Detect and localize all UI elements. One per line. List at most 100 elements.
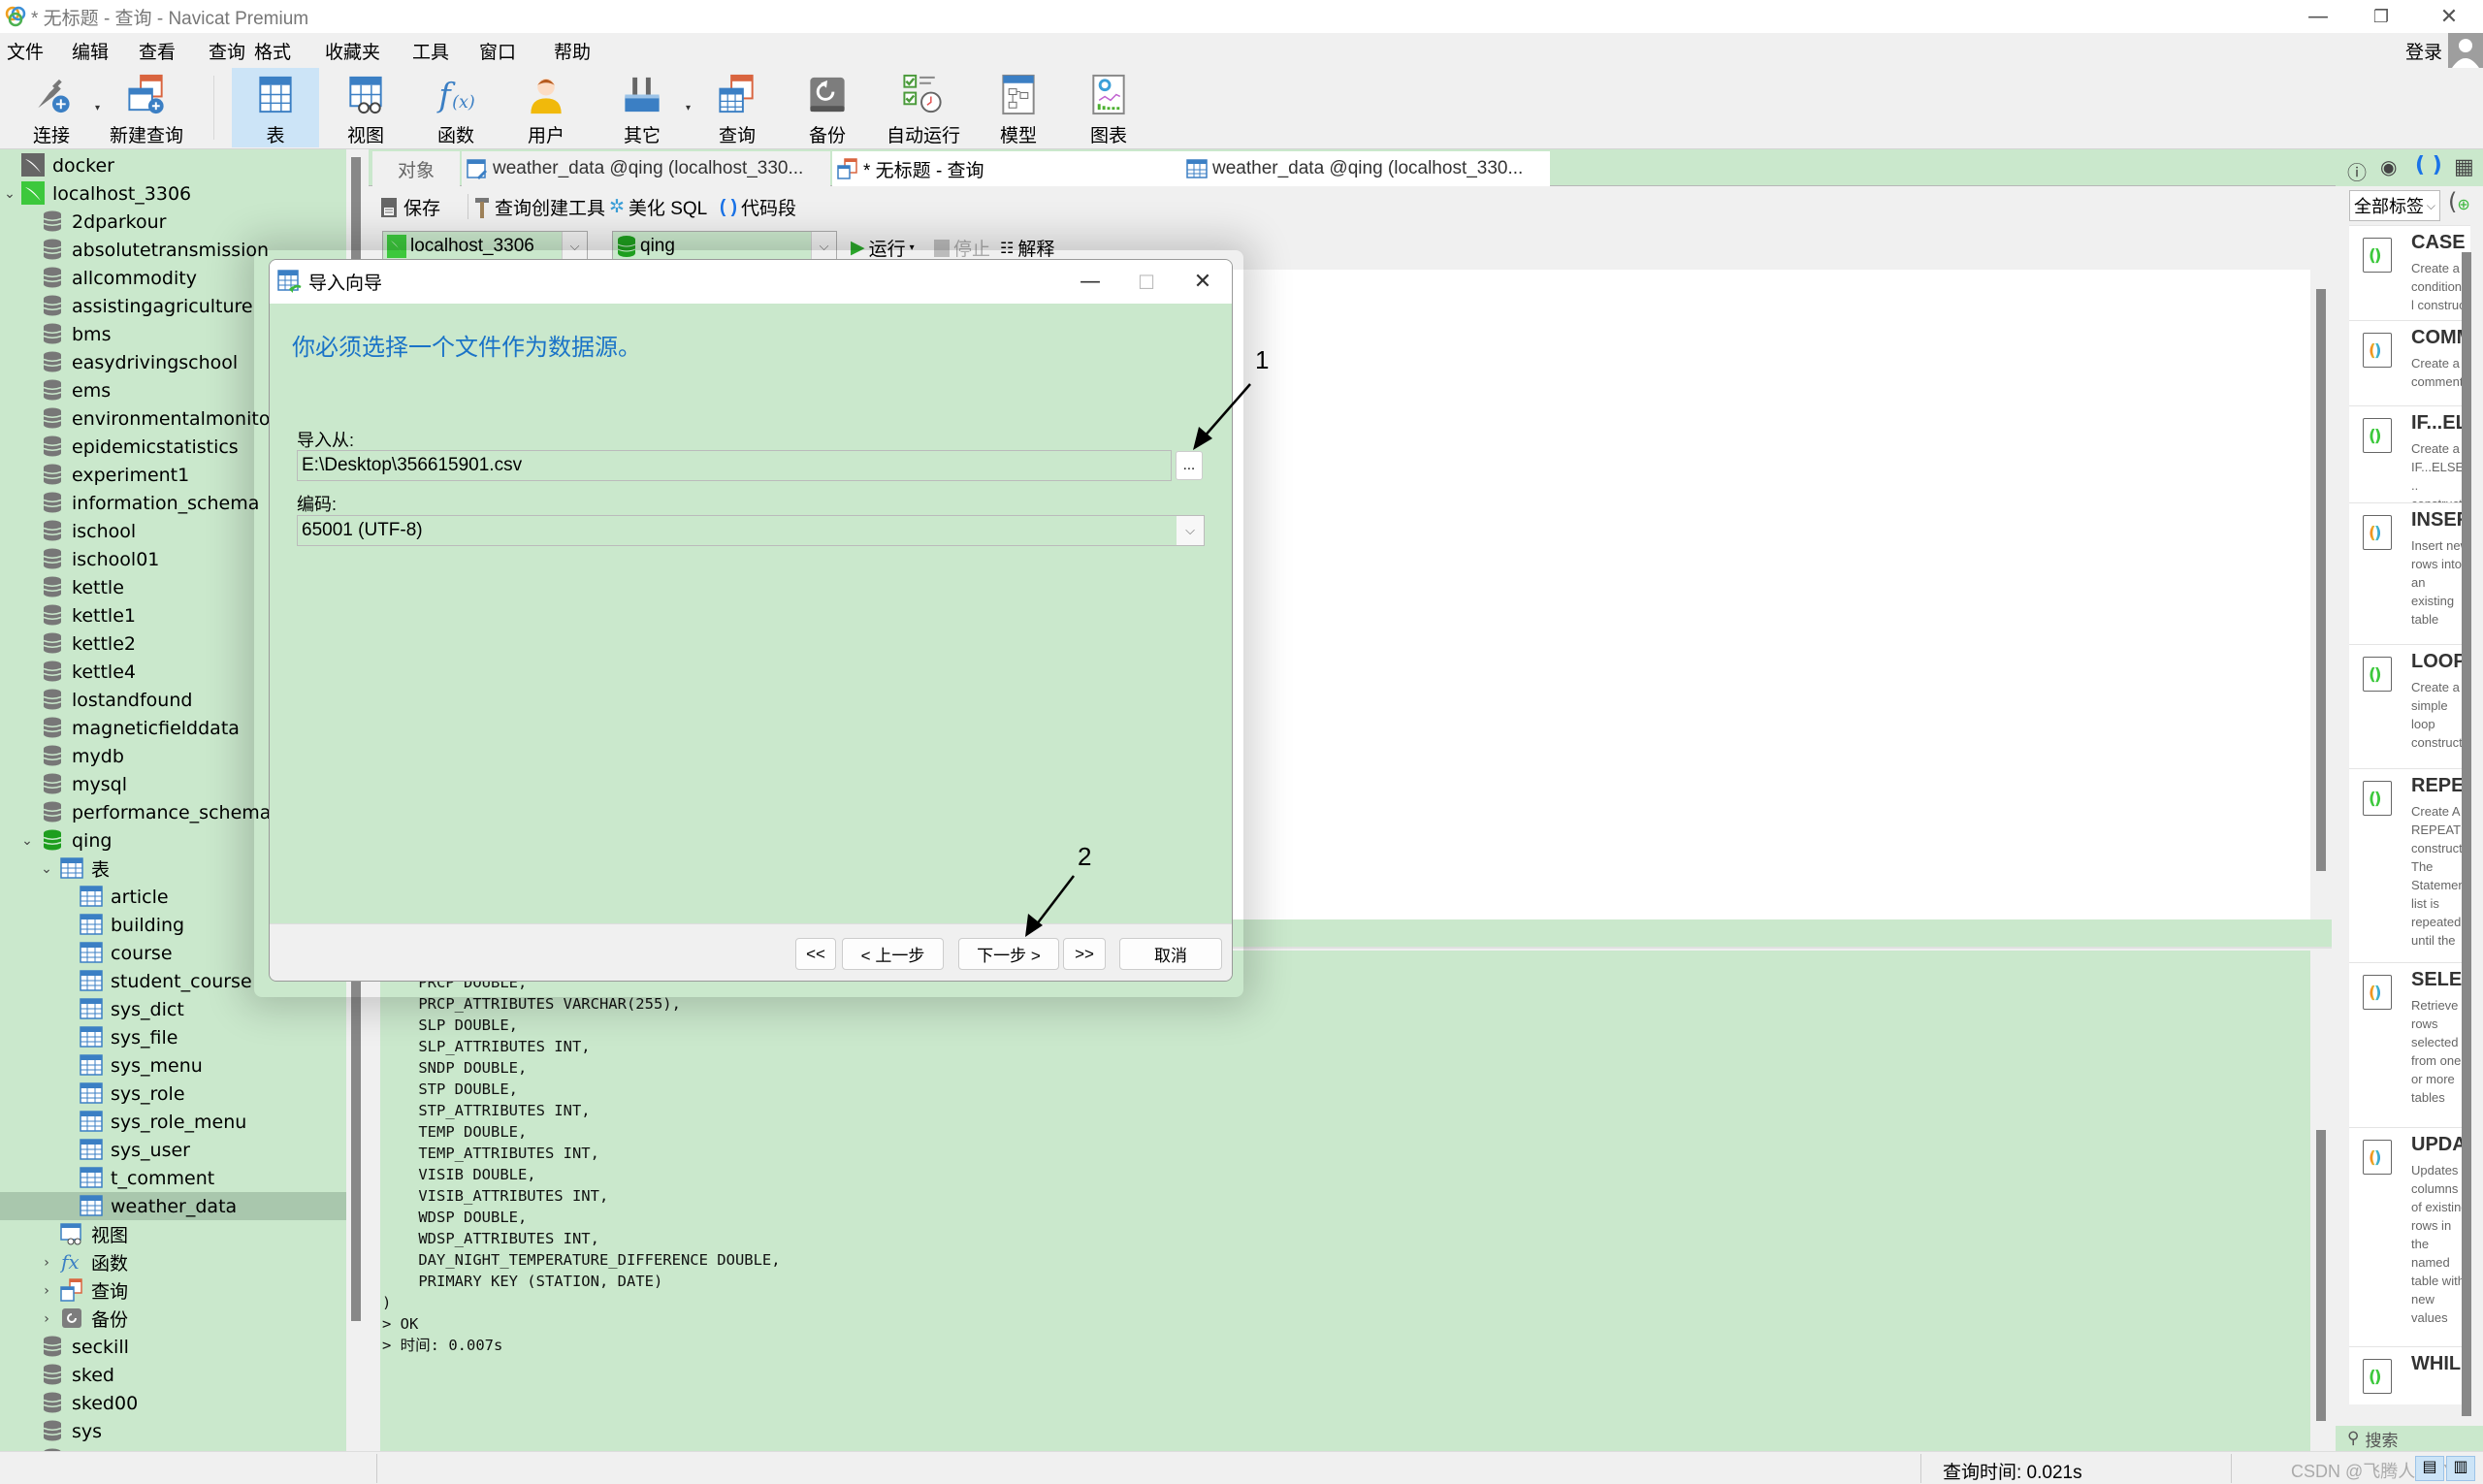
tag-filter-select[interactable]: 全部标签 ⌵ — [2349, 190, 2440, 221]
tab-weather-data-1[interactable]: weather_data @qing (localhost_330... — [462, 151, 830, 186]
toolbar-function[interactable]: f (x) 函数 — [412, 68, 500, 147]
query-builder-button[interactable]: 查询创建工具 — [473, 194, 605, 220]
tree-table[interactable]: sys_role_menu — [0, 1108, 346, 1136]
tree-database[interactable]: sked — [0, 1361, 346, 1389]
tree-table[interactable]: weather_data — [0, 1192, 346, 1220]
toolbar-automation[interactable]: 自动运行 — [875, 68, 972, 147]
chevron-down-icon[interactable]: ⌄ — [2, 186, 17, 202]
encoding-select[interactable]: 65001 (UTF-8) ⌵ — [297, 515, 1205, 546]
beautify-sql-button[interactable]: ✲ 美化 SQL — [609, 194, 707, 220]
menu-window[interactable]: 窗口 — [479, 38, 516, 64]
tree-backups-group[interactable]: › 备份 — [0, 1305, 346, 1333]
tree-functions-group[interactable]: › fx 函数 — [0, 1248, 346, 1276]
next-step-button[interactable]: 下一步 > — [958, 938, 1059, 970]
toolbar-new-query[interactable]: 新建查询 — [103, 68, 190, 147]
minimize-button[interactable]: — — [2289, 0, 2347, 33]
tree-table[interactable]: sys_menu — [0, 1051, 346, 1080]
cancel-button[interactable]: 取消 — [1119, 938, 1222, 970]
tree-table[interactable]: t_comment — [0, 1164, 346, 1192]
preview-eye-icon[interactable]: ◉ — [2380, 155, 2397, 178]
editor-scrollbar[interactable] — [2310, 270, 2332, 919]
menu-edit[interactable]: 编辑 — [72, 38, 109, 64]
snippet-item[interactable]: () INSERT Insert new rows into an existi… — [2349, 502, 2470, 644]
tab-objects[interactable]: 对象 — [372, 151, 460, 186]
output-scrollbar[interactable] — [2310, 1130, 2332, 1431]
toolbar-query[interactable]: 查询 — [693, 68, 781, 147]
grid-layout-icon[interactable]: ▤ — [2415, 1456, 2444, 1481]
tree-database[interactable]: 2dparkour — [0, 208, 346, 236]
chevron-down-icon[interactable]: ⌄ — [39, 861, 54, 877]
scrollbar-thumb[interactable] — [2462, 252, 2471, 1416]
tree-connection[interactable]: docker — [0, 151, 346, 179]
snippet-scrollbar[interactable] — [2460, 223, 2473, 1426]
tree-table[interactable]: sys_file — [0, 1023, 346, 1051]
scrollbar-thumb[interactable] — [2316, 1130, 2326, 1421]
grid-view-icon[interactable]: ▦ — [2454, 155, 2474, 179]
snippet-item[interactable]: () COMMENT Create a comment — [2349, 320, 2470, 405]
browse-file-button[interactable]: ... — [1176, 451, 1203, 480]
menu-file[interactable]: 文件 — [7, 38, 44, 64]
menu-help[interactable]: 帮助 — [554, 38, 591, 64]
tree-database[interactable]: seckill — [0, 1333, 346, 1361]
snippet-item[interactable]: () SELECT Retrieve rows selected from on… — [2349, 962, 2470, 1127]
editor-toolbar: 保存 查询创建工具 ✲ 美化 SQL ( ) 代码段 — [369, 186, 2336, 227]
login-link[interactable]: 登录 — [2405, 38, 2442, 64]
avatar[interactable] — [2448, 33, 2483, 68]
tab-untitled-query[interactable]: * 无标题 - 查询 — [832, 151, 1191, 186]
menu-query[interactable]: 查询 — [209, 38, 245, 64]
restore-button[interactable]: ❐ — [2352, 0, 2410, 33]
toolbar-other[interactable]: 其它 — [598, 68, 686, 147]
first-step-button[interactable]: << — [795, 938, 836, 970]
last-step-button[interactable]: >> — [1063, 938, 1106, 970]
save-button[interactable]: 保存 — [380, 194, 440, 220]
dialog-maximize-button[interactable]: ☐ — [1119, 260, 1174, 304]
chevron-right-icon[interactable]: › — [39, 1255, 54, 1271]
chevron-down-icon[interactable]: ▾ — [686, 103, 691, 113]
tree-table[interactable]: sys_role — [0, 1080, 346, 1108]
tree-database[interactable]: sked00 — [0, 1389, 346, 1417]
toolbar-view[interactable]: 视图 — [322, 68, 409, 147]
scrollbar-thumb[interactable] — [2316, 289, 2326, 871]
tree-table[interactable]: sys_user — [0, 1136, 346, 1164]
info-icon[interactable]: ⓘ — [2347, 157, 2367, 185]
dialog-minimize-button[interactable]: — — [1063, 260, 1117, 304]
tree-database[interactable]: sys — [0, 1417, 346, 1445]
chevron-down-icon[interactable]: ⌄ — [19, 833, 35, 849]
snippet-item[interactable]: () LOOP Create a simple loop construct — [2349, 644, 2470, 768]
snippet-item[interactable]: () CASE Create a conditional construct — [2349, 225, 2470, 320]
dialog-close-button[interactable]: ✕ — [1176, 260, 1230, 304]
chevron-right-icon[interactable]: › — [39, 1311, 54, 1327]
snippet-item[interactable]: () UPDATE Updates columns of existing ro… — [2349, 1127, 2470, 1346]
menu-tools[interactable]: 工具 — [412, 38, 449, 64]
menu-favorites[interactable]: 收藏夹 — [325, 38, 380, 64]
snippet-item[interactable]: () WHILE — [2349, 1346, 2470, 1404]
chevron-down-icon[interactable]: ▾ — [95, 103, 100, 113]
chevron-right-icon[interactable]: › — [39, 1283, 54, 1299]
previous-step-button[interactable]: < 上一步 — [842, 938, 944, 970]
toolbar-table[interactable]: 表 — [232, 68, 319, 147]
tree-connection[interactable]: ⌄ localhost_3306 — [0, 179, 346, 208]
tree-queries-group[interactable]: › 查询 — [0, 1276, 346, 1305]
snippet-search[interactable]: ⚲ 搜索 — [2336, 1426, 2483, 1451]
code-snippet-button[interactable]: ( ) 代码段 — [720, 194, 796, 220]
toolbar-connection[interactable]: 连接 — [8, 68, 95, 147]
close-button[interactable]: ✕ — [2420, 0, 2478, 33]
code-snippet-icon[interactable]: ( ) — [2415, 153, 2442, 177]
toolbar-model[interactable]: 模型 — [975, 68, 1062, 147]
tab-weather-data-2[interactable]: weather_data @qing (localhost_330... — [1181, 151, 1550, 186]
tree-views-group[interactable]: 视图 — [0, 1220, 346, 1248]
form-layout-icon[interactable]: ▥ — [2446, 1456, 2475, 1481]
snippet-file-icon: () — [2363, 1359, 2392, 1394]
snippet-item[interactable]: () IF...ELSE Create a IF...ELSE... const… — [2349, 405, 2470, 502]
menu-view[interactable]: 查看 — [139, 38, 176, 64]
database-icon — [43, 745, 62, 766]
dialog-title-bar[interactable]: 导入向导 — ☐ ✕ — [270, 260, 1232, 304]
snippet-item[interactable]: () REPEAT Create A REPEAT construct. The… — [2349, 768, 2470, 962]
toolbar-chart[interactable]: 图表 — [1065, 68, 1152, 147]
toolbar-user[interactable]: 用户 — [502, 68, 590, 147]
menu-format[interactable]: 格式 — [254, 38, 291, 64]
toolbar-backup[interactable]: 备份 — [784, 68, 871, 147]
add-snippet-icon[interactable]: (⊕ — [2448, 188, 2470, 215]
import-file-path-input[interactable]: E:\Desktop\356615901.csv — [297, 450, 1172, 481]
tree-table[interactable]: sys_dict — [0, 995, 346, 1023]
